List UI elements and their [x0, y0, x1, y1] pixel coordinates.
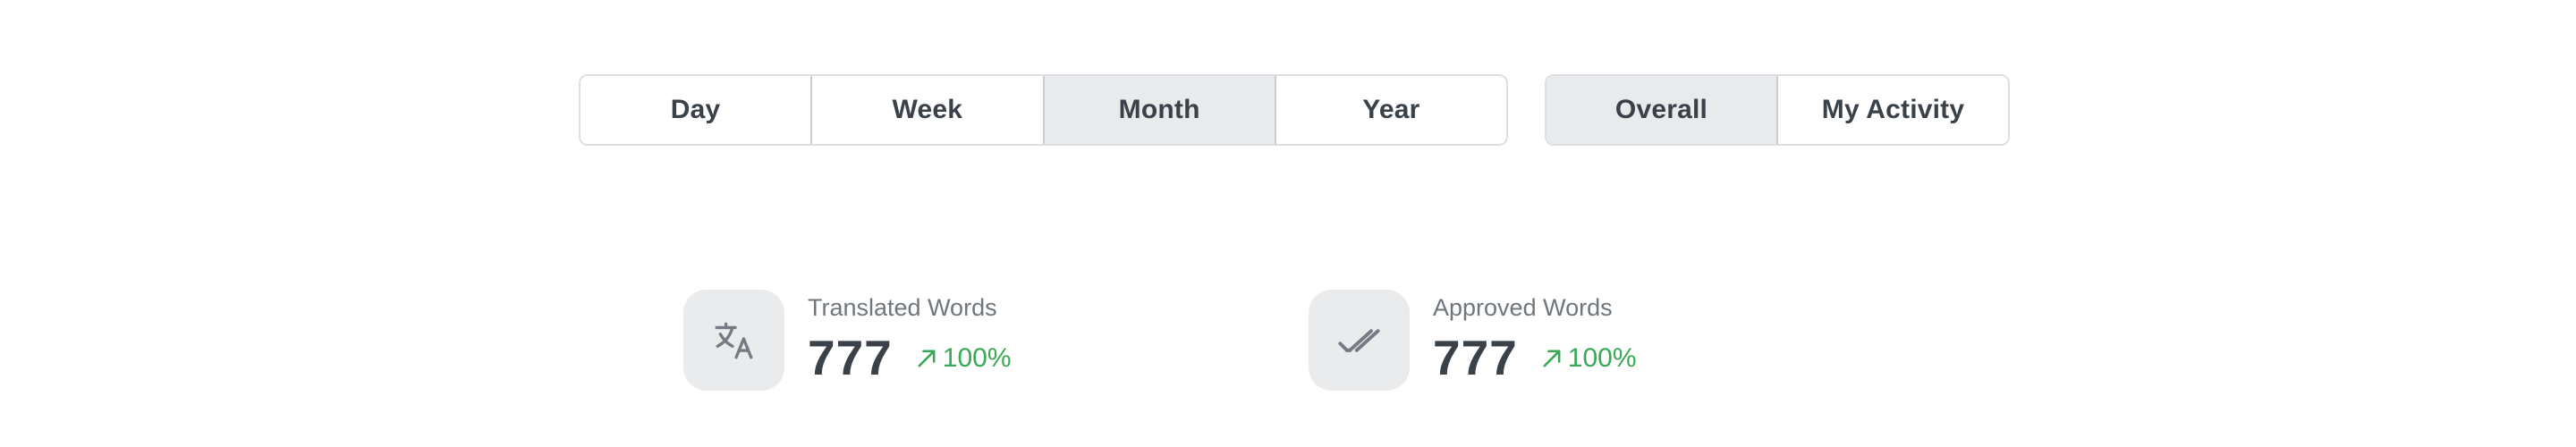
period-week-button[interactable]: Week [812, 76, 1045, 144]
period-filter: Day Week Month Year [579, 74, 1508, 146]
approved-words-body: Approved Words 777 100% [1433, 294, 1637, 383]
translated-words-stat: Translated Words 777 100% [683, 289, 1012, 392]
double-check-icon [1309, 290, 1410, 391]
approved-words-row: 777 100% [1433, 333, 1637, 383]
translate-icon [683, 290, 784, 391]
period-month-button[interactable]: Month [1044, 76, 1276, 144]
period-day-button[interactable]: Day [580, 76, 813, 144]
trend-up-icon [1543, 350, 1561, 367]
translated-words-value: 777 [808, 329, 893, 385]
approved-words-change-value: 100% [1567, 342, 1637, 373]
period-year-button[interactable]: Year [1275, 76, 1506, 144]
approved-words-change: 100% [1539, 343, 1637, 374]
approved-words-value: 777 [1433, 329, 1518, 385]
approved-words-label: Approved Words [1433, 293, 1613, 321]
translated-words-row: 777 100% [808, 333, 1012, 383]
translated-words-change-value: 100% [942, 342, 1012, 373]
scope-filter: Overall My Activity [1545, 74, 2010, 146]
translated-words-change: 100% [914, 343, 1012, 374]
scope-overall-button[interactable]: Overall [1546, 76, 1778, 144]
scope-my-activity-button[interactable]: My Activity [1778, 76, 2008, 144]
translated-words-label: Translated Words [808, 293, 997, 321]
translated-words-body: Translated Words 777 100% [808, 294, 1012, 383]
trend-up-icon [918, 350, 936, 367]
reports-page: Day Week Month Year Overall My Activity … [0, 0, 2576, 447]
approved-words-stat: Approved Words 777 100% [1309, 289, 1637, 392]
